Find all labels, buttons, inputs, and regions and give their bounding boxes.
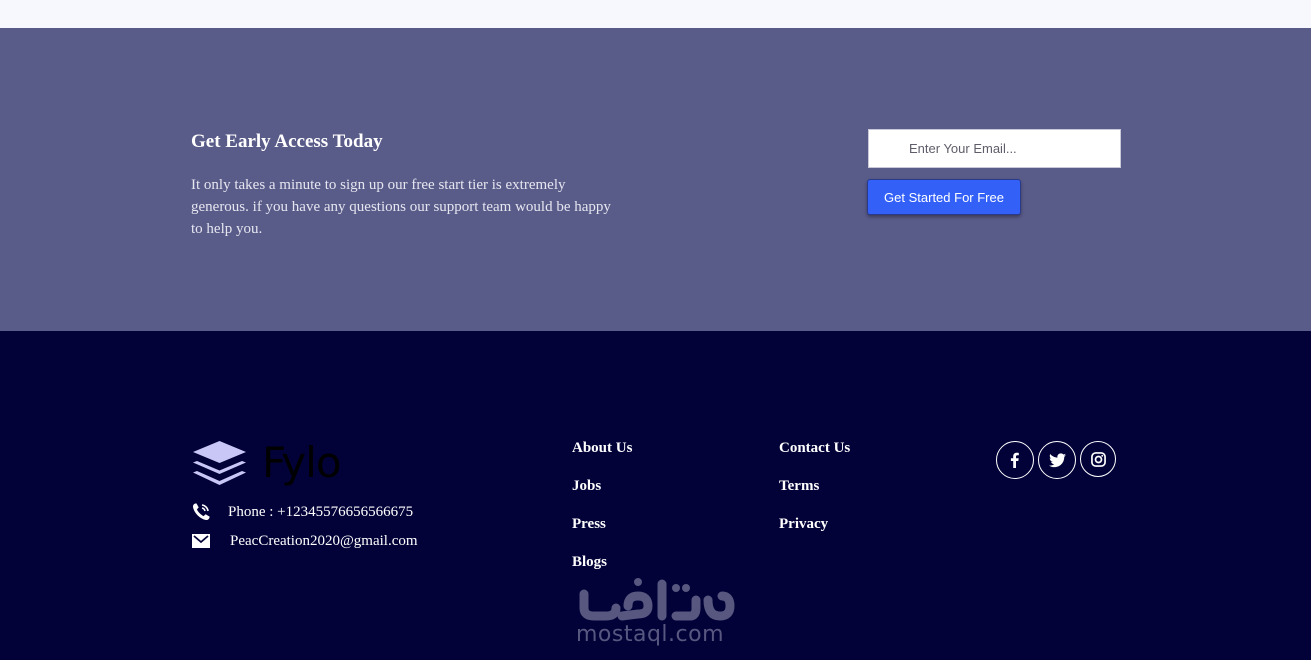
twitter-icon — [1048, 452, 1066, 467]
privacy-link[interactable]: Privacy — [779, 515, 850, 534]
phone-icon — [192, 503, 210, 521]
contact-us-link[interactable]: Contact Us — [779, 439, 850, 458]
fylo-logo[interactable]: Fylo — [191, 438, 342, 487]
about-us-link[interactable]: About Us — [572, 439, 632, 458]
mostaql-arabic-logo — [579, 578, 735, 621]
mail-icon — [192, 534, 210, 548]
mostaql-text: mostaql.com — [576, 622, 725, 647]
stacked-layers-icon — [193, 441, 246, 485]
email-input[interactable] — [868, 129, 1121, 168]
email-text: PeacCreation2020@gmail.com — [230, 532, 418, 549]
terms-link[interactable]: Terms — [779, 477, 850, 496]
top-strip — [0, 0, 1311, 28]
twitter-button[interactable] — [1038, 441, 1076, 479]
blogs-link[interactable]: Blogs — [572, 553, 632, 572]
early-access-title: Get Early Access Today — [191, 131, 383, 152]
footer-links-column-1: About Us Jobs Press Blogs — [572, 439, 632, 572]
press-link[interactable]: Press — [572, 515, 632, 534]
phone-contact: Phone : +12345576656566675 — [191, 502, 413, 522]
early-access-section: Get Early Access Today It only takes a m… — [0, 28, 1311, 331]
social-links — [996, 441, 1116, 479]
footer: Fylo Phone : +12345576656566675 PeacCrea… — [0, 331, 1311, 660]
phone-text: Phone : +12345576656566675 — [228, 503, 414, 520]
get-started-button[interactable]: Get Started For Free — [867, 179, 1021, 215]
footer-links-column-2: Contact Us Terms Privacy — [779, 439, 850, 534]
instagram-icon — [1090, 451, 1106, 467]
jobs-link[interactable]: Jobs — [572, 477, 632, 496]
facebook-button[interactable] — [996, 441, 1034, 479]
instagram-button[interactable] — [1080, 441, 1116, 477]
facebook-icon — [1010, 452, 1019, 468]
logo-text: Fylo — [262, 438, 342, 487]
email-contact: PeacCreation2020@gmail.com — [191, 531, 418, 551]
early-access-description: It only takes a minute to sign up our fr… — [191, 177, 611, 237]
mostaql-watermark: mostaql.com — [576, 574, 736, 650]
